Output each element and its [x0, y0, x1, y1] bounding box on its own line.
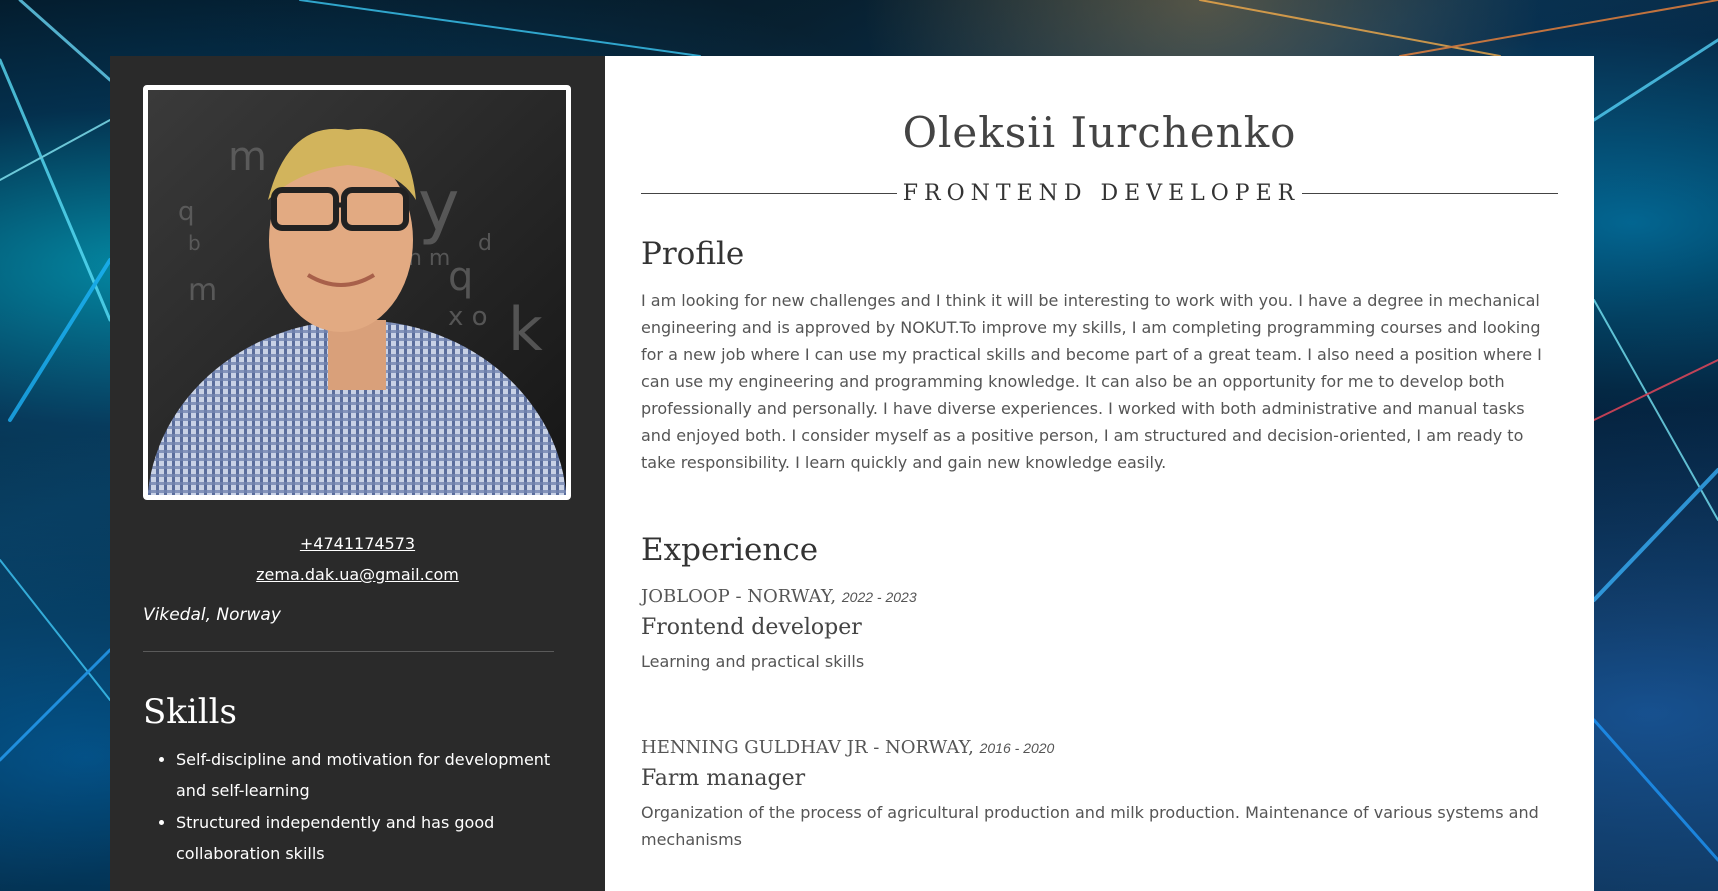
job-years: 2022 - 2023	[841, 589, 917, 605]
svg-text:q: q	[448, 254, 473, 300]
job-header: JOBLOOP - NORWAY, 2022 - 2023	[641, 586, 1558, 607]
role-line-right	[1302, 193, 1559, 194]
location-text: Vikedal, Norway	[143, 605, 281, 625]
profile-text: I am looking for new challenges and I th…	[641, 291, 1542, 472]
sidebar: m y q b q n m d m x o k +4741174573 zema…	[110, 56, 605, 891]
svg-text:b: b	[188, 231, 201, 255]
job-description: Learning and practical skills	[641, 652, 865, 671]
email-link[interactable]: zema.dak.ua@gmail.com	[143, 559, 572, 590]
job-description: Organization of the process of agricultu…	[641, 803, 1539, 849]
phone-link[interactable]: +4741174573	[143, 528, 572, 559]
job-header: HENNING GULDHAV JR - NORWAY, 2016 - 2020	[641, 737, 1558, 758]
skill-item: Self-discipline and motivation for devel…	[176, 744, 554, 806]
main-content: Oleksii Iurchenko FRONTEND DEVELOPER Pro…	[605, 56, 1594, 891]
svg-text:q: q	[178, 197, 195, 227]
contact-block: +4741174573 zema.dak.ua@gmail.com	[143, 528, 572, 590]
experience-heading: Experience	[641, 532, 819, 568]
job-title: Frontend developer	[641, 615, 862, 640]
skills-list: Self-discipline and motivation for devel…	[143, 744, 554, 869]
svg-text:m: m	[228, 134, 267, 180]
skill-item: Structured independently and has good co…	[176, 807, 554, 869]
role-row: FRONTEND DEVELOPER	[641, 181, 1559, 206]
job-years: 2016 - 2020	[979, 740, 1055, 756]
job-company: JOBLOOP - NORWAY,	[641, 586, 837, 607]
job-company: HENNING GULDHAV JR - NORWAY,	[641, 737, 974, 758]
profile-photo: m y q b q n m d m x o k	[143, 85, 571, 500]
profile-heading: Profile	[641, 236, 745, 272]
resume-card: m y q b q n m d m x o k +4741174573 zema…	[110, 56, 1594, 891]
job-title: Farm manager	[641, 766, 806, 791]
experience-item: HENNING GULDHAV JR - NORWAY, 2016 - 2020…	[641, 737, 1558, 853]
svg-text:m: m	[188, 273, 217, 308]
svg-text:d: d	[478, 231, 492, 256]
svg-text:k: k	[508, 295, 543, 365]
svg-text:x o: x o	[448, 302, 488, 332]
experience-item: JOBLOOP - NORWAY, 2022 - 2023 Frontend d…	[641, 586, 1558, 675]
sidebar-divider	[143, 651, 554, 652]
svg-text:n m: n m	[408, 246, 450, 271]
role-line-left	[641, 193, 897, 194]
person-name: Oleksii Iurchenko	[902, 108, 1297, 157]
role-title: FRONTEND DEVELOPER	[902, 181, 1301, 206]
svg-text:y: y	[418, 165, 459, 247]
skills-heading: Skills	[143, 692, 237, 732]
